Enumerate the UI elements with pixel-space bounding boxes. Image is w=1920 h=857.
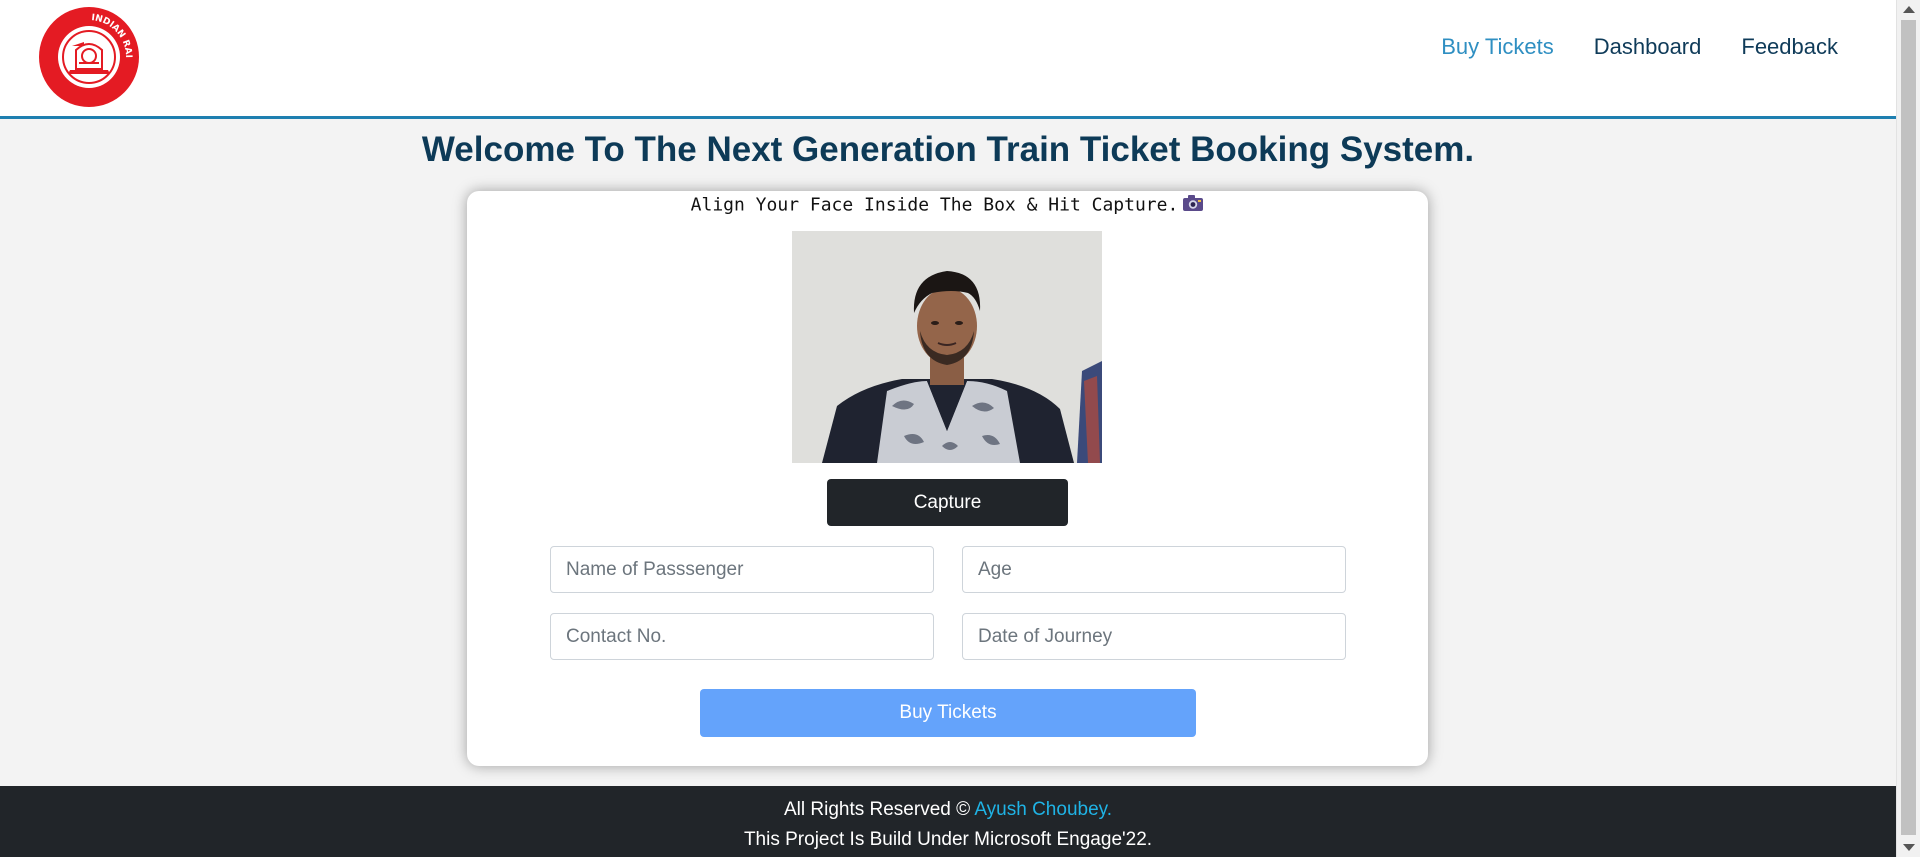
footer: All Rights Reserved © Ayush Choubey. Thi… (0, 786, 1896, 857)
passenger-name-input[interactable] (550, 546, 934, 593)
main-nav: Buy Tickets Dashboard Feedback (1441, 34, 1838, 60)
age-input[interactable] (962, 546, 1346, 593)
contact-input[interactable] (550, 613, 934, 660)
nav-dashboard[interactable]: Dashboard (1594, 34, 1702, 60)
svg-text:INDIAN RAILWAYS: INDIAN RAILWAYS (38, 6, 133, 58)
scroll-thumb[interactable] (1901, 20, 1916, 835)
buy-tickets-button[interactable]: Buy Tickets (700, 689, 1196, 737)
capture-button[interactable]: Capture (827, 479, 1068, 526)
booking-card: Align Your Face Inside The Box & Hit Cap… (467, 191, 1428, 766)
webcam-preview (792, 231, 1102, 463)
author-link[interactable]: Ayush Choubey. (974, 799, 1112, 820)
nav-feedback[interactable]: Feedback (1741, 34, 1838, 60)
instruction-text: Align Your Face Inside The Box & Hit Cap… (690, 194, 1179, 216)
footer-rights: All Rights Reserved © Ayush Choubey. (0, 799, 1896, 821)
top-header: INDIAN RAILWAYS Buy Tickets Dashboard Fe… (0, 0, 1896, 119)
page-scrollbar[interactable] (1896, 0, 1920, 857)
nav-buy-tickets[interactable]: Buy Tickets (1441, 34, 1553, 60)
scroll-down-arrow-icon[interactable] (1903, 844, 1915, 851)
indian-railways-logo[interactable]: INDIAN RAILWAYS (38, 6, 140, 108)
webcam-frame-image (792, 231, 1102, 463)
capture-instruction: Align Your Face Inside The Box & Hit Cap… (467, 194, 1428, 217)
logo-text: INDIAN RAILWAYS (38, 6, 133, 58)
footer-project-line: This Project Is Build Under Microsoft En… (743, 829, 1153, 850)
journey-date-input[interactable] (962, 613, 1346, 660)
scroll-up-arrow-icon[interactable] (1903, 6, 1915, 13)
page-title: Welcome To The Next Generation Train Tic… (421, 130, 1475, 169)
camera-icon (1182, 194, 1204, 217)
footer-rights-text: All Rights Reserved © (783, 799, 975, 820)
